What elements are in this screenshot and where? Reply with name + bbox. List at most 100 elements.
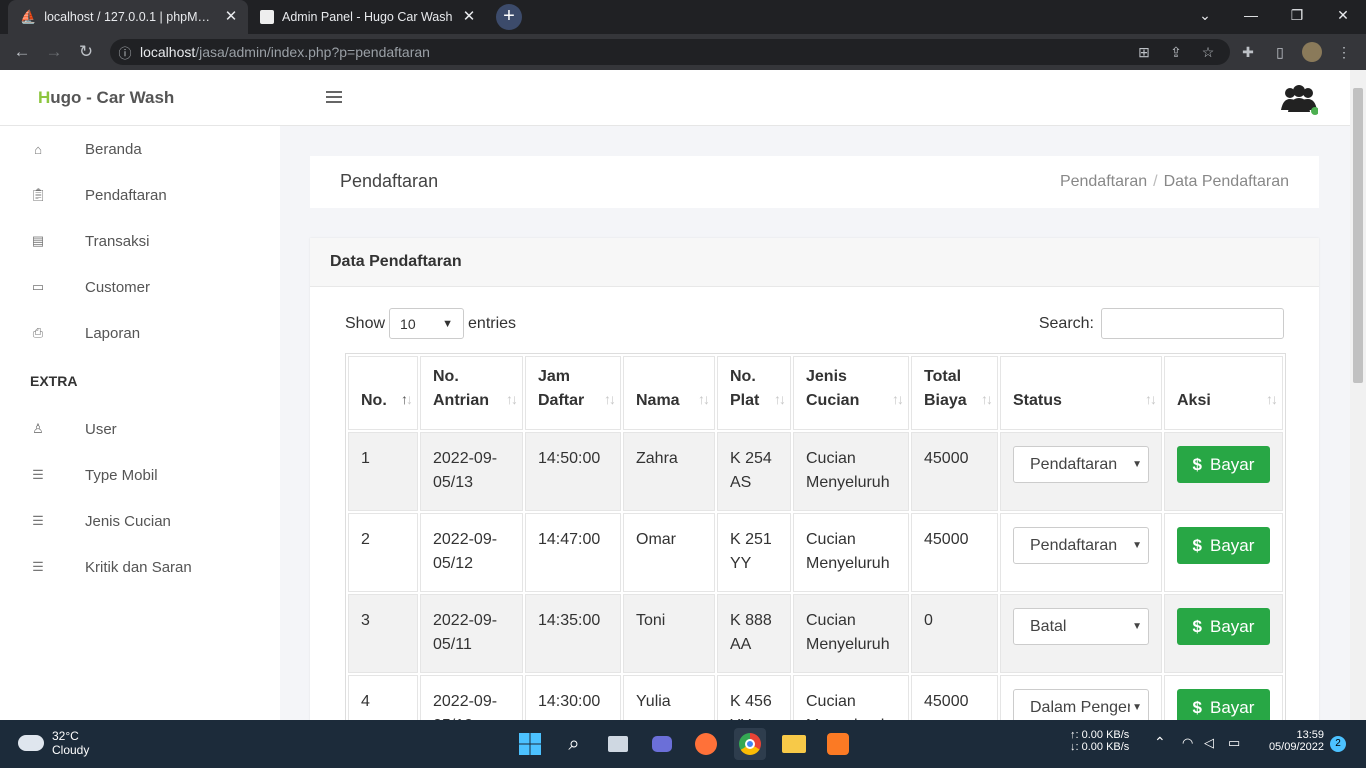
tab-phpmyadmin[interactable]: ⛵ localhost / 127.0.0.1 | phpMyAdmin ✕ — [8, 0, 248, 34]
page-scrollbar[interactable] — [1350, 70, 1366, 720]
chevron-down-icon: ▼ — [1132, 701, 1142, 713]
notification-badge[interactable]: 2 — [1330, 736, 1346, 752]
id-card-icon: ▭ — [31, 279, 45, 294]
sidebar-item-laporan[interactable]: ⎙ Laporan — [0, 318, 280, 348]
minimize-icon[interactable]: — — [1228, 0, 1274, 30]
user-icon: ♙ — [32, 421, 44, 436]
cell-status: Dalam Pengerjaan▼ — [1000, 675, 1162, 720]
cell-jam: 14:35:00 — [525, 594, 621, 673]
app-header: Hugo - Car Wash — [0, 70, 1350, 126]
new-tab-button[interactable]: + — [496, 4, 522, 30]
scrollbar-thumb[interactable] — [1353, 88, 1363, 383]
breadcrumb: Pendaftaran / Data Pendaftaran — [1059, 173, 1289, 190]
cell-status: Batal ▼ — [1000, 594, 1162, 673]
cell-no: 4 — [348, 675, 418, 720]
tab-admin-panel[interactable]: Admin Panel - Hugo Car Wash ✕ — [250, 0, 486, 34]
cell-nama: Omar — [623, 513, 715, 592]
restore-icon[interactable]: ❐ — [1274, 0, 1320, 30]
profile-avatar[interactable] — [1302, 42, 1322, 62]
status-select[interactable]: Pendaftaran ▼ — [1013, 446, 1149, 483]
column-header-plat[interactable]: No. Plat ↑↓ — [717, 356, 791, 430]
brand-logo[interactable]: Hugo - Car Wash — [38, 88, 174, 108]
column-header-aksi[interactable]: Aksi ↑↓ — [1164, 356, 1283, 430]
column-header-antrian[interactable]: No. Antrian ↑↓ — [420, 356, 523, 430]
battery-icon[interactable]: ▭ — [1228, 735, 1240, 751]
home-icon: ⌂ — [34, 141, 42, 157]
column-header-biaya[interactable]: Total Biaya ↑↓ — [911, 356, 998, 430]
task-view-icon[interactable] — [602, 728, 634, 760]
share-icon[interactable]: ⇪ — [1166, 42, 1186, 62]
bayar-button[interactable]: $ Bayar — [1177, 608, 1270, 645]
wifi-icon[interactable]: ◠ — [1182, 735, 1193, 751]
bookmark-star-icon[interactable]: ☆ — [1198, 42, 1218, 62]
chrome-icon[interactable] — [734, 728, 766, 760]
back-icon[interactable]: ← — [10, 40, 34, 64]
volume-icon[interactable]: ◁ — [1204, 735, 1214, 751]
status-select[interactable]: Batal ▼ — [1013, 608, 1149, 645]
clock[interactable]: 13:59 05/09/2022 — [1258, 729, 1324, 753]
sidebar-item-kritik-saran[interactable]: ☰ Kritik dan Saran — [0, 552, 280, 582]
cell-no: 1 — [348, 432, 418, 511]
xampp-icon[interactable] — [822, 728, 854, 760]
breadcrumb-link[interactable]: Pendaftaran — [1060, 173, 1147, 190]
column-header-no[interactable]: No. ↑↓ — [348, 356, 418, 430]
cell-nama: Toni — [623, 594, 715, 673]
firefox-icon[interactable] — [690, 728, 722, 760]
search-area: Search: — [1039, 308, 1284, 339]
translate-icon[interactable]: ⊞ — [1134, 42, 1154, 62]
cell-no: 3 — [348, 594, 418, 673]
bayar-button[interactable]: $ Bayar — [1177, 689, 1270, 720]
sidebar-item-user[interactable]: ♙ User — [0, 414, 280, 444]
forward-icon[interactable]: → — [42, 40, 66, 64]
bayar-button[interactable]: $ Bayar — [1177, 527, 1270, 564]
sidebar-item-pendaftaran[interactable]: 📋︎ Pendaftaran — [0, 180, 280, 210]
entries-select[interactable]: 10 ▼ — [389, 308, 465, 339]
windows-start-icon[interactable] — [514, 728, 546, 760]
status-select[interactable]: Dalam Pengerjaan▼ — [1013, 689, 1149, 720]
menu-kebab-icon[interactable]: ⋮ — [1334, 42, 1354, 62]
sidebar-item-label: Beranda — [85, 140, 142, 158]
file-explorer-icon[interactable] — [778, 728, 810, 760]
sidebar-item-type-mobil[interactable]: ☰ Type Mobil — [0, 460, 280, 490]
show-entries: Show 10 ▼ entries — [345, 308, 516, 339]
url-field[interactable]: ⓘ localhost/jasa/admin/index.php?p=penda… — [110, 39, 1230, 65]
chevron-up-icon[interactable]: ⌃ — [1154, 734, 1166, 751]
status-select[interactable]: Pendaftaran ▼ — [1013, 527, 1149, 564]
reload-icon[interactable]: ↻ — [74, 40, 98, 64]
sidebar-item-label: Laporan — [85, 324, 141, 342]
column-header-status[interactable]: Status ↑↓ — [1000, 356, 1162, 430]
tab-search-chevron-icon[interactable]: ⌄ — [1182, 0, 1228, 30]
data-card: Data Pendaftaran Show 10 ▼ entries Search… — [310, 238, 1319, 720]
sidebar-item-jenis-cucian[interactable]: ☰ Jenis Cucian — [0, 506, 280, 536]
sidebar-item-transaksi[interactable]: ▤ Transaksi — [0, 226, 280, 256]
close-window-icon[interactable]: ✕ — [1320, 0, 1366, 30]
hamburger-menu-icon[interactable] — [326, 88, 342, 104]
search-icon[interactable]: ⌕ — [558, 728, 590, 760]
sidebar-item-customer[interactable]: ▭ Customer — [0, 272, 280, 302]
cell-biaya: 0 — [911, 594, 998, 673]
users-avatar-icon[interactable] — [1280, 84, 1319, 116]
table-row: 2 2022-09-05/12 14:47:00 Omar K 251 YY C… — [348, 513, 1283, 592]
registration-table: No. ↑↓ No. Antrian ↑↓ Jam Daftar ↑↓ Nama ↑↓ … — [345, 353, 1286, 720]
sidebar-item-label: Type Mobil — [85, 466, 158, 484]
chat-icon[interactable] — [646, 728, 678, 760]
url-text: localhost/jasa/admin/index.php?p=pendaft… — [140, 44, 430, 60]
list-icon: ☰ — [32, 467, 44, 482]
breadcrumb-current: Data Pendaftaran — [1163, 173, 1289, 190]
weather-widget[interactable]: 32°C Cloudy — [18, 729, 89, 757]
cell-status: Pendaftaran ▼ — [1000, 432, 1162, 511]
sidebar-item-label: Pendaftaran — [85, 186, 167, 204]
sidebar-item-beranda[interactable]: ⌂ Beranda — [0, 134, 280, 164]
search-input[interactable] — [1101, 308, 1284, 339]
column-header-jam[interactable]: Jam Daftar ↑↓ — [525, 356, 621, 430]
chevron-down-icon: ▼ — [442, 317, 454, 330]
close-tab-icon[interactable]: ✕ — [222, 8, 240, 26]
column-header-jenis[interactable]: Jenis Cucian ↑↓ — [793, 356, 909, 430]
site-info-icon[interactable]: ⓘ — [110, 43, 140, 62]
cell-aksi: $ Bayar — [1164, 432, 1283, 511]
close-tab-icon[interactable]: ✕ — [460, 8, 478, 26]
bayar-button[interactable]: $ Bayar — [1177, 446, 1270, 483]
side-panel-icon[interactable]: ▯ — [1270, 42, 1290, 62]
extensions-icon[interactable]: ✚ — [1238, 42, 1258, 62]
column-header-nama[interactable]: Nama ↑↓ — [623, 356, 715, 430]
